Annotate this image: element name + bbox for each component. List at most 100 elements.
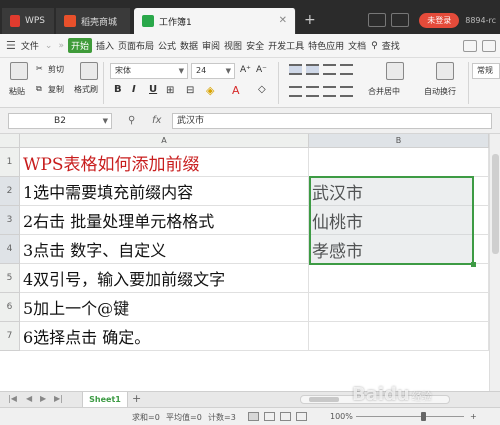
paste-label[interactable]: 粘贴: [9, 86, 25, 97]
tab-security[interactable]: 安全: [246, 39, 264, 52]
search-icon[interactable]: ⚲: [371, 41, 378, 51]
column-header-b[interactable]: B: [309, 134, 489, 148]
italic-icon[interactable]: I: [132, 84, 136, 95]
tab-view[interactable]: 视图: [224, 39, 242, 52]
font-color-icon[interactable]: A: [232, 84, 240, 97]
fill-handle[interactable]: [471, 262, 476, 267]
formula-input[interactable]: 武汉市: [172, 113, 492, 129]
skin-icon[interactable]: [391, 13, 410, 27]
name-box[interactable]: B2 ▼: [8, 113, 112, 129]
align-center-icon[interactable]: [306, 86, 319, 97]
format-painter-icon[interactable]: [80, 62, 98, 80]
align-justify-icon[interactable]: [340, 64, 353, 75]
zoom-in-icon[interactable]: +: [470, 412, 477, 421]
number-format-select[interactable]: 常规: [472, 63, 500, 79]
row-header[interactable]: 5: [0, 264, 20, 293]
last-sheet-icon[interactable]: ▶|: [54, 394, 63, 403]
align-middle-icon[interactable]: [306, 64, 319, 75]
cell-b6[interactable]: [309, 293, 489, 322]
tab-developer[interactable]: 开发工具: [268, 39, 304, 52]
distributed-align-icon[interactable]: [340, 86, 353, 97]
normal-view-icon[interactable]: [248, 412, 259, 421]
tab-store[interactable]: 稻壳商城: [56, 8, 130, 34]
tab-page-layout[interactable]: 页面布局: [118, 39, 154, 52]
cell-a2[interactable]: 1选中需要填充前缀内容: [20, 177, 309, 206]
cell-a4[interactable]: 3点击 数字、自定义: [20, 235, 309, 264]
font-size-select[interactable]: 24 ▼: [191, 63, 235, 79]
cell-a1[interactable]: WPS表格如何添加前缀: [20, 148, 309, 177]
underline-icon[interactable]: U: [149, 84, 157, 95]
page-layout-view-icon[interactable]: [280, 412, 291, 421]
tab-special[interactable]: 特色应用: [308, 39, 344, 52]
merge-center-button[interactable]: 合并居中: [368, 86, 400, 97]
row-header[interactable]: 3: [0, 206, 20, 235]
wrap-text-icon[interactable]: [436, 62, 454, 80]
function-icon[interactable]: fx: [152, 115, 161, 126]
font-name-select[interactable]: 宋体 ▼: [110, 63, 188, 79]
merge-icon[interactable]: ⊟: [186, 85, 194, 96]
cell-a3[interactable]: 2右击 批量处理单元格格式: [20, 206, 309, 235]
scrollbar-thumb[interactable]: [309, 397, 339, 402]
file-menu[interactable]: 文件: [21, 39, 39, 52]
menu-icon[interactable]: ☰: [6, 39, 16, 52]
cell-a6[interactable]: 5加上一个@键: [20, 293, 309, 322]
page-break-view-icon[interactable]: [264, 412, 275, 421]
zoom-level[interactable]: 100%: [330, 412, 353, 421]
share-icon[interactable]: [463, 39, 477, 52]
login-button[interactable]: 未登录: [419, 12, 460, 28]
row-header[interactable]: 1: [0, 148, 20, 177]
cell-b2[interactable]: 武汉市: [309, 177, 489, 206]
row-header[interactable]: 6: [0, 293, 20, 322]
cell-a7[interactable]: 6选择点击 确定。: [20, 322, 309, 351]
align-left-icon[interactable]: [289, 86, 302, 97]
tab-data[interactable]: 数据: [180, 39, 198, 52]
cut-button[interactable]: 剪切: [48, 64, 64, 75]
tab-document[interactable]: 文档: [348, 39, 366, 52]
row-header[interactable]: 7: [0, 322, 20, 351]
cut-icon[interactable]: ✂: [36, 64, 43, 73]
clear-icon[interactable]: ◇: [258, 84, 266, 95]
scrollbar-thumb[interactable]: [492, 154, 499, 254]
cell-b3[interactable]: 仙桃市: [309, 206, 489, 235]
bold-icon[interactable]: B: [114, 84, 122, 95]
new-tab-icon[interactable]: +: [304, 12, 316, 28]
align-bottom-icon[interactable]: [323, 64, 336, 75]
window-switch-icon[interactable]: [368, 13, 387, 27]
format-painter-button[interactable]: 格式刷: [74, 84, 98, 95]
row-header[interactable]: 2: [0, 177, 20, 206]
tab-review[interactable]: 审阅: [202, 39, 220, 52]
chevron-down-icon[interactable]: ⌄: [45, 41, 53, 51]
zoom-slider-knob[interactable]: [421, 412, 426, 421]
copy-icon[interactable]: ⧉: [36, 84, 42, 94]
search-button[interactable]: 查找: [382, 39, 400, 52]
first-sheet-icon[interactable]: |◀: [8, 394, 17, 403]
close-tab-icon[interactable]: ✕: [279, 15, 287, 26]
tab-wps[interactable]: WPS: [2, 8, 54, 34]
reading-view-icon[interactable]: [296, 412, 307, 421]
fill-color-icon[interactable]: ◈: [206, 84, 214, 97]
tab-formulas[interactable]: 公式: [158, 39, 176, 52]
align-top-icon[interactable]: [289, 64, 302, 75]
cell-b4[interactable]: 孝感市: [309, 235, 489, 264]
tab-start[interactable]: 开始: [67, 38, 92, 53]
more-icon[interactable]: »: [58, 41, 64, 51]
merge-center-icon[interactable]: [386, 62, 404, 80]
copy-button[interactable]: 复制: [48, 84, 64, 95]
column-header-a[interactable]: A: [20, 134, 309, 148]
next-sheet-icon[interactable]: ▶: [40, 394, 46, 403]
sheet-tab-sheet1[interactable]: Sheet1: [82, 392, 128, 407]
row-header[interactable]: 4: [0, 235, 20, 264]
cell-a5[interactable]: 4双引号，输入要加前缀文字: [20, 264, 309, 293]
decrease-font-icon[interactable]: A⁻: [256, 65, 267, 75]
increase-font-icon[interactable]: A⁺: [240, 65, 251, 75]
vertical-scrollbar[interactable]: [489, 134, 500, 391]
wrap-text-button[interactable]: 自动换行: [424, 86, 456, 97]
collapse-ribbon-icon[interactable]: [482, 39, 496, 52]
align-right-icon[interactable]: [323, 86, 336, 97]
select-all-corner[interactable]: [0, 134, 20, 148]
tab-workbook[interactable]: 工作簿1 ✕: [134, 8, 296, 34]
cell-b1[interactable]: [309, 148, 489, 177]
border-icon[interactable]: ⊞: [166, 85, 174, 96]
tab-insert[interactable]: 插入: [96, 39, 114, 52]
zoom-icon[interactable]: ⚲: [128, 115, 135, 126]
